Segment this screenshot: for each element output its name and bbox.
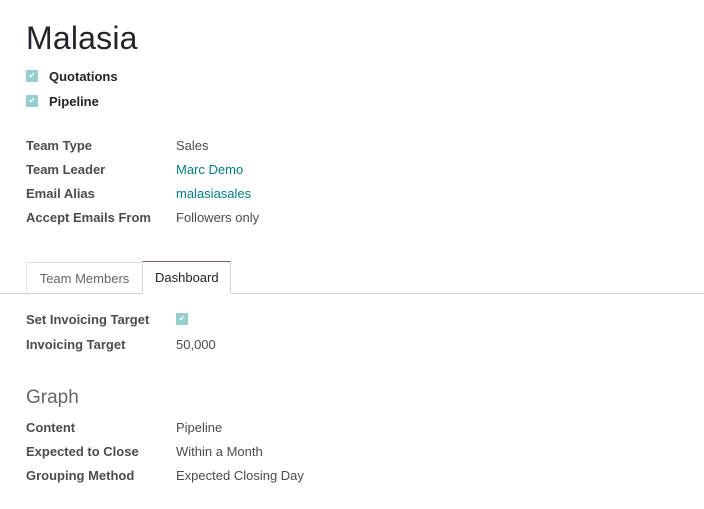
field-accept-emails-from: Accept Emails From Followers only xyxy=(26,208,259,226)
quotations-label: Quotations xyxy=(49,68,118,84)
team-leader-label: Team Leader xyxy=(26,161,106,177)
field-email-alias: Email Alias malasiasales xyxy=(26,184,251,202)
field-team-type: Team Type Sales xyxy=(26,136,209,154)
graph-section-title: Graph xyxy=(26,387,79,408)
invoicing-target-label: Invoicing Target xyxy=(26,336,126,352)
quotations-checkbox[interactable]: ✔ xyxy=(26,70,38,82)
team-leader-link[interactable]: Marc Demo xyxy=(176,162,243,177)
option-pipeline[interactable]: ✔ Pipeline xyxy=(26,92,99,110)
pipeline-label: Pipeline xyxy=(49,93,99,109)
email-alias-label: Email Alias xyxy=(26,185,95,201)
field-set-invoicing-target: Set Invoicing Target ✔ xyxy=(26,310,188,328)
check-icon: ✔ xyxy=(28,71,36,80)
tab-dashboard[interactable]: Dashboard xyxy=(142,261,231,294)
grouping-method-value[interactable]: Expected Closing Day xyxy=(176,468,304,483)
field-team-leader: Team Leader Marc Demo xyxy=(26,160,243,178)
set-invoicing-target-label: Set Invoicing Target xyxy=(26,311,150,327)
notebook-tabs: Team Members Dashboard xyxy=(0,261,704,294)
record-title: Malasia xyxy=(26,20,138,56)
tab-team-members[interactable]: Team Members xyxy=(26,262,143,293)
accept-emails-from-value[interactable]: Followers only xyxy=(176,210,259,225)
check-icon: ✔ xyxy=(178,314,186,323)
field-grouping-method: Grouping Method Expected Closing Day xyxy=(26,466,304,484)
email-alias-link[interactable]: malasiasales xyxy=(176,186,251,201)
accept-emails-from-label: Accept Emails From xyxy=(26,209,151,225)
pipeline-checkbox[interactable]: ✔ xyxy=(26,95,38,107)
invoicing-target-value[interactable]: 50,000 xyxy=(176,337,216,352)
set-invoicing-target-checkbox[interactable]: ✔ xyxy=(176,313,188,325)
field-expected-to-close: Expected to Close Within a Month xyxy=(26,442,263,460)
team-type-value[interactable]: Sales xyxy=(176,138,209,153)
expected-to-close-label: Expected to Close xyxy=(26,443,139,459)
content-value[interactable]: Pipeline xyxy=(176,420,222,435)
content-label: Content xyxy=(26,419,76,435)
grouping-method-label: Grouping Method xyxy=(26,467,135,483)
option-quotations[interactable]: ✔ Quotations xyxy=(26,67,118,85)
team-type-label: Team Type xyxy=(26,137,92,153)
field-content: Content Pipeline xyxy=(26,418,222,436)
field-invoicing-target: Invoicing Target 50,000 xyxy=(26,335,216,353)
check-icon: ✔ xyxy=(28,96,36,105)
expected-to-close-value[interactable]: Within a Month xyxy=(176,444,263,459)
